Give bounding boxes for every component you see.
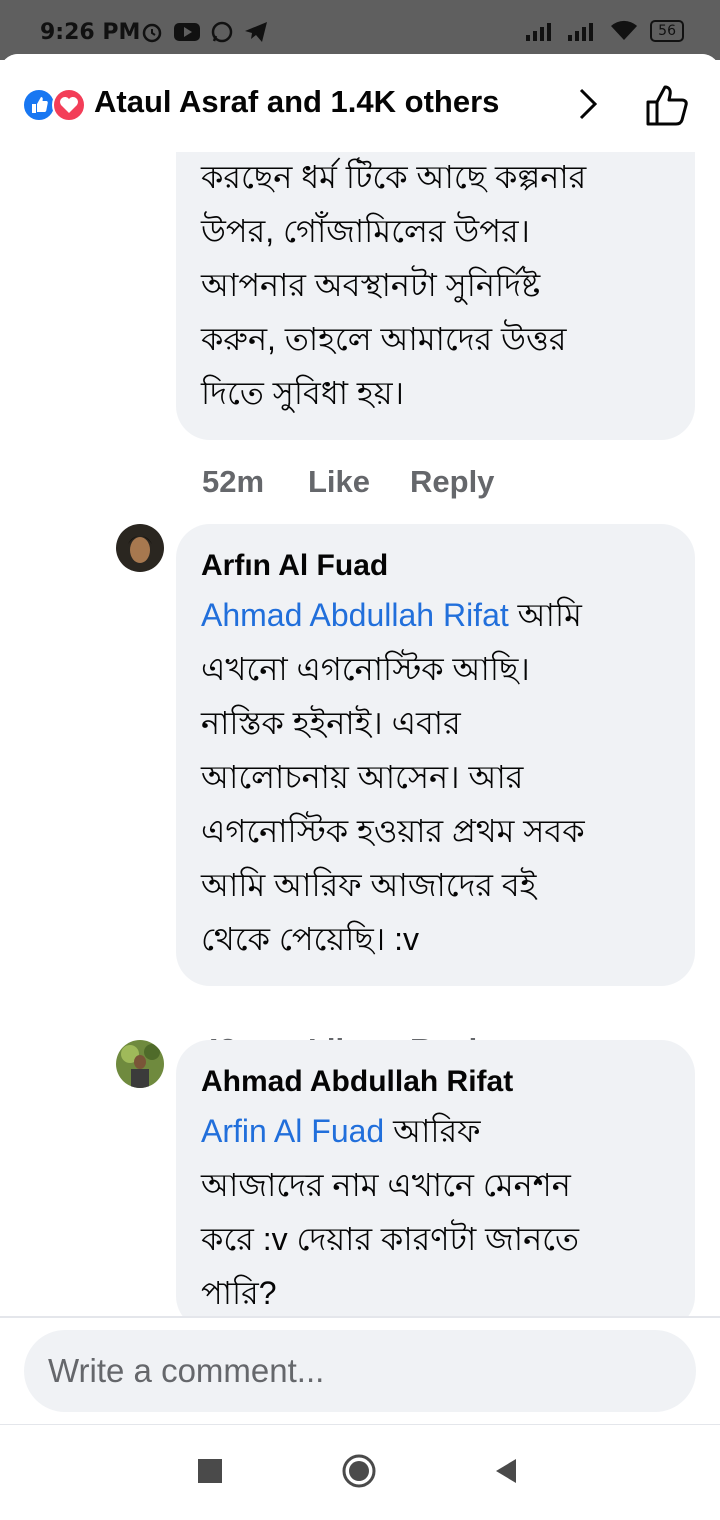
- comment-list: করছেন ধর্ম টিকে আছে কল্পনার উপর, গোঁজামি…: [0, 152, 720, 1318]
- mention-link[interactable]: Arfin Al Fuad: [201, 1113, 384, 1149]
- comments-sheet: Ataul Asraf and 1.4K others করছেন ধর্ম ট…: [0, 54, 720, 1520]
- comment-line: করুন, তাহলে আমাদের উত্তর: [201, 321, 567, 357]
- avatar[interactable]: [116, 1040, 164, 1088]
- system-nav-bar: [0, 1425, 720, 1520]
- avatar[interactable]: [116, 524, 164, 572]
- telegram-icon: [245, 22, 267, 42]
- signal-icon: [526, 23, 552, 41]
- comment-bubble: Ahmad Abdullah Rifat Arfin Al Fuad আরিফ …: [176, 1040, 695, 1318]
- comment-line: দিতে সুবিধা হয়।: [201, 375, 405, 411]
- battery-icon: 56: [650, 20, 684, 42]
- reaction-icons: [22, 88, 92, 122]
- reply-link[interactable]: Reply: [410, 464, 494, 500]
- comment-line: করে :v দেয়ার কারণটা জানতে: [201, 1221, 580, 1257]
- comment-line: থেকে পেয়েছি। :v: [201, 921, 420, 957]
- alarm-icon: [142, 23, 162, 43]
- comment-author[interactable]: Ahmad Abdullah Rifat: [201, 1062, 671, 1102]
- comment-line: এখনো এগনোস্টিক আছি।: [201, 651, 530, 687]
- comment-line: পারি?: [201, 1275, 277, 1311]
- comment-line: এগনোস্টিক হওয়ার প্রথম সবক: [201, 813, 585, 849]
- chevron-right-icon[interactable]: [576, 84, 600, 124]
- home-icon[interactable]: [341, 1453, 377, 1489]
- comment-bubble: করছেন ধর্ম টিকে আছে কল্পনার উপর, গোঁজামি…: [176, 152, 695, 440]
- comment-text: করছেন ধর্ম টিকে আছে কল্পনার উপর, গোঁজামি…: [201, 152, 671, 420]
- comment-text: Arfin Al Fuad আরিফ আজাদের নাম এখানে মেনশ…: [201, 1104, 671, 1318]
- notification-icons: [140, 20, 268, 44]
- status-bar: 9:26 PM 56: [0, 0, 720, 60]
- comment-line: নাস্তিক হইনাই। এবার: [201, 705, 461, 741]
- wifi-icon: [611, 20, 638, 40]
- comment-line: আমি আরিফ আজাদের বই: [201, 867, 537, 903]
- reactions-header[interactable]: Ataul Asraf and 1.4K others: [0, 54, 720, 152]
- comment-bubble: Arfın Al Fuad Ahmad Abdullah Rifat আমি এ…: [176, 524, 695, 986]
- comment-line: আপনার অবস্থানটা সুনির্দিষ্ট: [201, 267, 541, 303]
- recents-icon[interactable]: [198, 1459, 222, 1483]
- comment-author[interactable]: Arfın Al Fuad: [201, 546, 671, 586]
- comment-line: আরিফ: [384, 1113, 481, 1149]
- reactions-summary[interactable]: Ataul Asraf and 1.4K others: [94, 84, 499, 120]
- divider: [0, 1316, 720, 1318]
- youtube-icon: [174, 23, 200, 41]
- comment-time: 52m: [202, 464, 265, 499]
- status-time: 9:26 PM: [40, 20, 141, 45]
- comment-line: আলোচনায় আসেন। আর: [201, 759, 524, 795]
- comment-line: করছেন ধর্ম টিকে আছে কল্পনার: [201, 159, 587, 195]
- system-icons: 56: [526, 20, 684, 42]
- whatsapp-icon: [211, 21, 233, 43]
- signal-icon: [568, 23, 594, 41]
- comment-line: উপর, গোঁজামিলের উপর।: [201, 213, 530, 249]
- comment-line: আমি: [508, 597, 582, 633]
- comment-line: আজাদের নাম এখানে মেনশন: [201, 1167, 571, 1203]
- back-icon[interactable]: [494, 1457, 518, 1485]
- mention-link[interactable]: Ahmad Abdullah Rifat: [201, 597, 509, 633]
- comment-input[interactable]: Write a comment...: [24, 1330, 696, 1412]
- love-reaction-icon: [52, 88, 86, 122]
- thumbs-up-icon[interactable]: [644, 82, 690, 128]
- like-reaction-icon: [22, 88, 56, 122]
- like-link[interactable]: Like: [308, 464, 370, 500]
- comment-text: Ahmad Abdullah Rifat আমি এখনো এগনোস্টিক …: [201, 588, 671, 966]
